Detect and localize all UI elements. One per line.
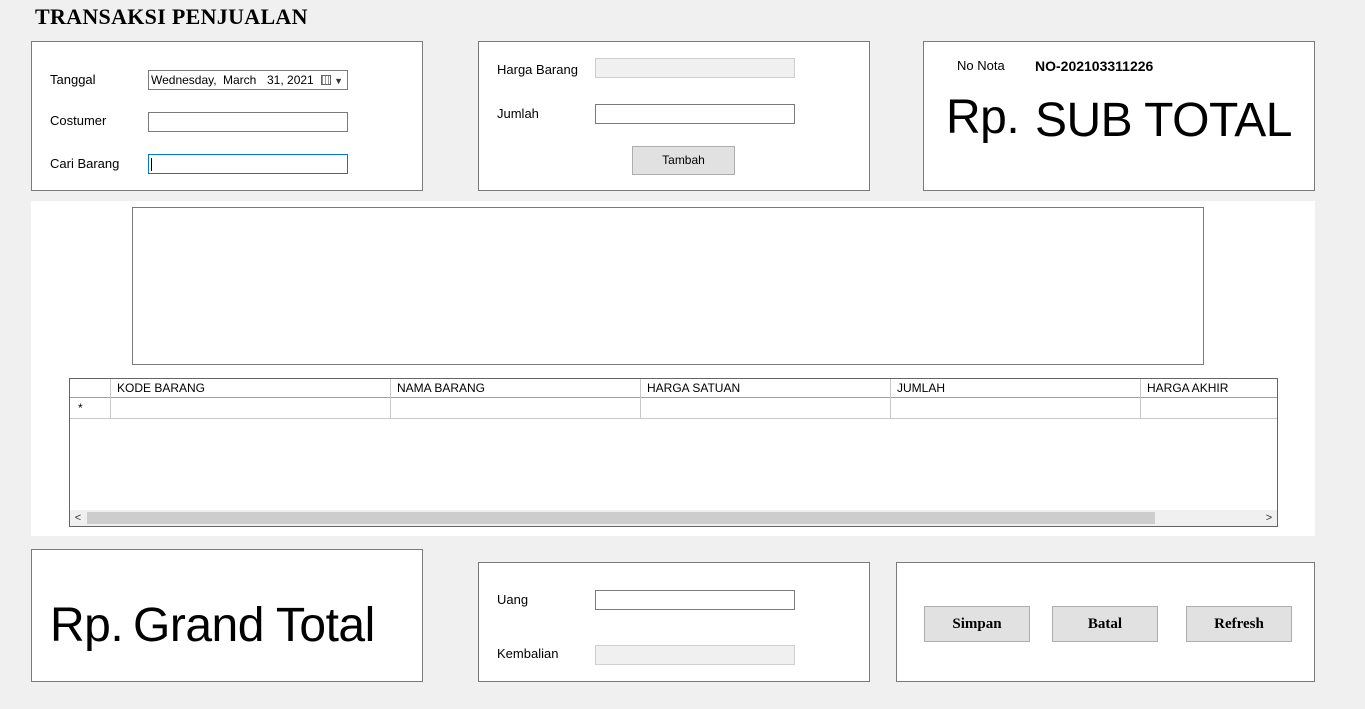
harga-barang-label: Harga Barang bbox=[497, 62, 578, 77]
sub-total-rp: Rp. bbox=[946, 91, 1020, 144]
item-panel: Harga Barang Jumlah Tambah bbox=[478, 41, 870, 191]
jumlah-input[interactable] bbox=[595, 104, 795, 124]
items-table[interactable]: KODE BARANG NAMA BARANG HARGA SATUAN JUM… bbox=[69, 378, 1278, 527]
sub-total-value: SUB TOTAL bbox=[1035, 94, 1292, 147]
kembalian-input[interactable] bbox=[595, 645, 795, 665]
cell-kode-barang[interactable] bbox=[111, 398, 391, 419]
row-header-corner bbox=[70, 379, 111, 398]
date-day-year: 31, 2021 bbox=[267, 73, 314, 87]
tambah-button[interactable]: Tambah bbox=[632, 146, 735, 175]
chevron-down-icon[interactable]: ▼ bbox=[334, 72, 343, 90]
cell-jumlah[interactable] bbox=[891, 398, 1141, 419]
horizontal-scrollbar[interactable]: < > bbox=[70, 510, 1277, 526]
column-harga-satuan[interactable]: HARGA SATUAN bbox=[641, 379, 891, 398]
no-nota-value: NO-202103311226 bbox=[1035, 58, 1154, 74]
costumer-label: Costumer bbox=[50, 113, 107, 128]
costumer-input[interactable] bbox=[148, 112, 348, 132]
date-month: March bbox=[223, 73, 257, 87]
customer-panel: Tanggal Wednesday, March 31, 2021 ▼ Cost… bbox=[31, 41, 423, 191]
table-row[interactable]: * bbox=[70, 398, 1277, 419]
scroll-thumb[interactable] bbox=[87, 512, 1155, 524]
cari-barang-label: Cari Barang bbox=[50, 156, 120, 171]
actions-panel: Simpan Batal Refresh bbox=[896, 562, 1315, 682]
nota-panel: No Nota NO-202103311226 Rp. SUB TOTAL bbox=[923, 41, 1315, 191]
uang-input[interactable] bbox=[595, 590, 795, 610]
column-jumlah[interactable]: JUMLAH bbox=[891, 379, 1141, 398]
page-title: TRANSAKSI PENJUALAN bbox=[35, 4, 308, 29]
grand-total-panel: Rp. Grand Total bbox=[31, 549, 423, 682]
calendar-icon[interactable] bbox=[321, 75, 331, 85]
grand-total-rp: Rp. bbox=[50, 599, 124, 652]
scroll-right-icon[interactable]: > bbox=[1261, 510, 1277, 526]
uang-label: Uang bbox=[497, 592, 529, 607]
simpan-button[interactable]: Simpan bbox=[924, 606, 1030, 642]
cell-harga-satuan[interactable] bbox=[641, 398, 891, 419]
column-nama-barang[interactable]: NAMA BARANG bbox=[391, 379, 641, 398]
text-caret bbox=[151, 158, 152, 171]
cell-harga-akhir[interactable] bbox=[1141, 398, 1277, 419]
table-header: KODE BARANG NAMA BARANG HARGA SATUAN JUM… bbox=[70, 379, 1277, 398]
column-kode-barang[interactable]: KODE BARANG bbox=[111, 379, 391, 398]
scroll-left-icon[interactable]: < bbox=[70, 510, 86, 526]
harga-barang-input[interactable] bbox=[595, 58, 795, 78]
refresh-button[interactable]: Refresh bbox=[1186, 606, 1292, 642]
column-harga-akhir[interactable]: HARGA AKHIR bbox=[1141, 379, 1277, 398]
batal-button[interactable]: Batal bbox=[1052, 606, 1158, 642]
no-nota-label: No Nota bbox=[957, 58, 1005, 73]
kembalian-label: Kembalian bbox=[497, 646, 559, 661]
grand-total-label: Grand Total bbox=[133, 599, 375, 652]
row-header[interactable]: * bbox=[70, 398, 111, 419]
date-weekday: Wednesday, bbox=[151, 73, 217, 87]
cell-nama-barang[interactable] bbox=[391, 398, 641, 419]
tanggal-datepicker[interactable]: Wednesday, March 31, 2021 ▼ bbox=[148, 70, 348, 90]
new-row-marker: * bbox=[78, 401, 83, 415]
tanggal-label: Tanggal bbox=[50, 72, 96, 87]
payment-panel: Uang Kembalian bbox=[478, 562, 870, 682]
jumlah-label: Jumlah bbox=[497, 106, 539, 121]
cari-barang-input[interactable] bbox=[148, 154, 348, 174]
search-results-list[interactable] bbox=[132, 207, 1204, 365]
